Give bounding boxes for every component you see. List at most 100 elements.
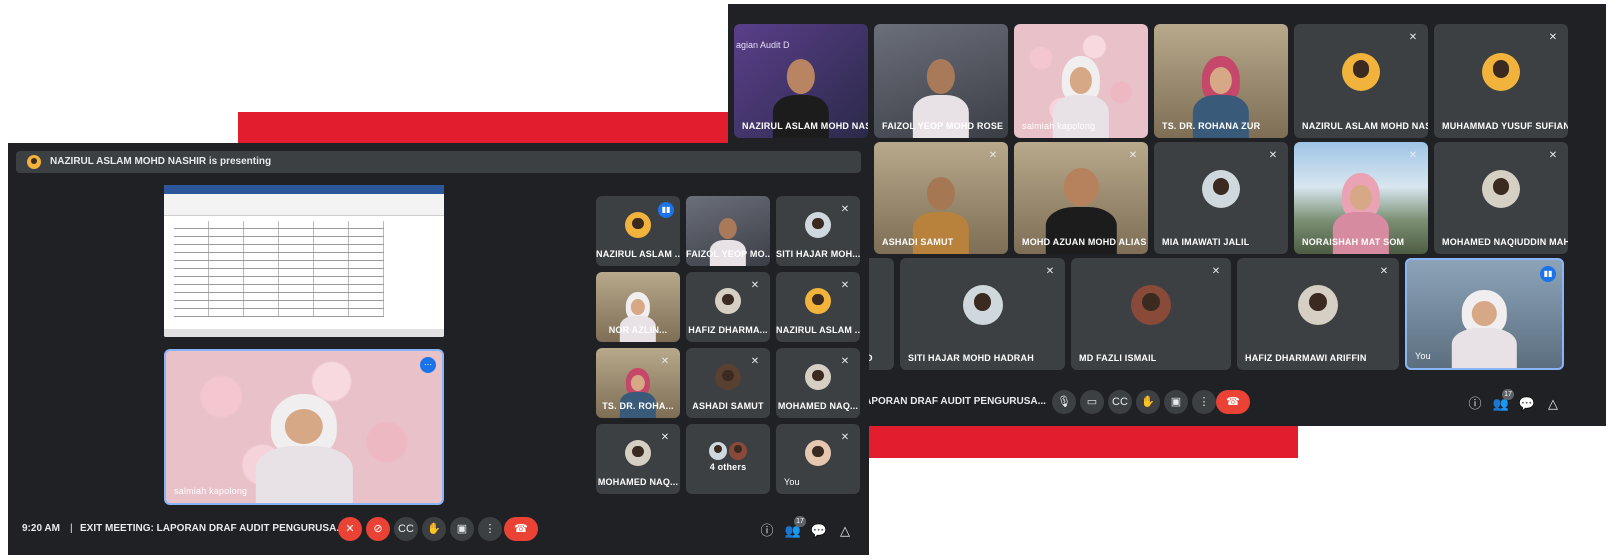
raise-hand-button[interactable]: ✋ — [422, 517, 446, 541]
document-table — [174, 221, 384, 323]
camera-button[interactable]: ▭ — [1080, 390, 1104, 414]
raise-hand-icon: ✋ — [427, 523, 441, 535]
participant-tile[interactable]: ✕ ASHADI SAMUT — [686, 348, 770, 418]
mic-off-icon: ✕ — [345, 523, 355, 535]
info-icon[interactable]: ⓘ — [1466, 396, 1484, 412]
avatar — [1298, 285, 1338, 326]
people-count-badge: 17 — [1502, 389, 1514, 400]
speaking-indicator-icon: ▮▮ — [1540, 266, 1556, 282]
mic-off-icon: ✕ — [1211, 266, 1221, 277]
participant-name: MOHAMED NAQIUDDIN MAHM... — [1442, 237, 1568, 247]
mic-off-icon: ✕ — [660, 432, 670, 443]
front-meet-window: NAZIRUL ASLAM MOHD NASHIR is presenting — [8, 143, 869, 555]
camera-button[interactable]: ⊘ — [366, 517, 390, 541]
participant-tile[interactable]: ✕ SITI HAJAR MOH... — [776, 196, 860, 266]
mic-button[interactable]: ✕ — [338, 517, 362, 541]
meeting-time: 9:20 AM — [22, 523, 60, 534]
present-button[interactable]: ▣ — [1164, 390, 1188, 414]
participant-video — [249, 393, 359, 503]
avatar — [805, 440, 831, 467]
participant-tile[interactable]: salmiah kapolong — [1014, 24, 1148, 138]
meeting-title: LAPORAN DRAF AUDIT PENGURUSA... — [858, 396, 1046, 407]
avatar — [962, 285, 1003, 326]
others-count: 4 others — [709, 462, 747, 472]
speaking-indicator-icon: ▮▮ — [658, 202, 674, 218]
participant-name: MD FAZLI ISMAIL — [1079, 353, 1157, 363]
participant-tile[interactable]: FAIZOL YEOP MOHD ROSE — [874, 24, 1008, 138]
present-button[interactable]: ▣ — [450, 517, 474, 541]
mic-button[interactable]: 🎙 — [1052, 390, 1076, 414]
participant-tile[interactable]: ✕ NAZIRUL ASLAM MOHD NASHIR — [1294, 24, 1428, 138]
participant-tile[interactable]: ✕ NAZIRUL ASLAM ... — [776, 272, 860, 342]
activities-icon[interactable]: △ — [1544, 396, 1562, 412]
participant-name: HAFIZ DHARMAWI ARIFFIN — [1245, 353, 1367, 363]
presenting-banner: NAZIRUL ASLAM MOHD NASHIR is presenting — [16, 151, 861, 173]
participant-tile[interactable]: ✕ MIA IMAWATI JALIL — [1154, 142, 1288, 254]
mic-off-icon: ✕ — [660, 356, 670, 367]
participant-tile[interactable]: ✕ MD FAZLI ISMAIL — [1071, 258, 1231, 370]
info-icon[interactable]: ⓘ — [758, 523, 776, 539]
captions-button[interactable]: CC — [394, 517, 418, 541]
participant-tile[interactable]: ✕ SITI HAJAR MOHD HADRAH — [900, 258, 1065, 370]
participant-name: MOHAMED NAQ... — [777, 401, 859, 411]
participant-tile[interactable]: ✕ MOHAMED NAQ... — [776, 348, 860, 418]
mic-off-icon: ✕ — [840, 432, 850, 443]
participant-tile[interactable]: ✕ HAFIZ DHARMAWI ARIFFIN — [1237, 258, 1399, 370]
activities-icon[interactable]: △ — [836, 523, 854, 539]
more-options-button[interactable]: ⋮ — [478, 517, 502, 541]
hang-up-button[interactable]: ☎ — [504, 517, 538, 541]
participant-tile[interactable]: ✕ MOHAMED NAQ... — [596, 424, 680, 494]
avatar — [625, 440, 651, 467]
participant-name: FAIZOL YEOP MOHD ROSE — [882, 121, 1004, 131]
meeting-title: EXIT MEETING: LAPORAN DRAF AUDIT PENGURU… — [80, 523, 345, 534]
participant-name: ASHADI SAMUT — [692, 401, 764, 411]
participant-name: You — [784, 477, 800, 487]
self-view-tile[interactable]: ✕ You — [776, 424, 860, 494]
featured-participant-tile[interactable]: ⋯ salmiah kapolong — [164, 349, 444, 505]
participant-tile[interactable]: agian Audit D NAZIRUL ASLAM MOHD NASHIR — [734, 24, 868, 138]
more-options-icon: ⋮ — [1198, 396, 1210, 408]
participant-name: TS. DR. ROHANA ZUR — [1162, 121, 1261, 131]
participant-tile[interactable]: ✕ NORAISHAH MAT SOM — [1294, 142, 1428, 254]
avatar — [1482, 52, 1520, 91]
participant-name: HAFIZ DHARMA... — [688, 325, 768, 335]
participant-tile[interactable]: ▮▮ NAZIRUL ASLAM ... — [596, 196, 680, 266]
camera-off-icon: ⊘ — [373, 523, 383, 535]
presenter-avatar — [27, 155, 41, 169]
participant-tile[interactable]: TS. DR. ROHANA ZUR — [1154, 24, 1288, 138]
people-icon[interactable]: 👥 17 — [1492, 389, 1514, 412]
mic-off-icon: ✕ — [1408, 150, 1418, 161]
people-icon[interactable]: 👥 17 — [784, 516, 806, 539]
hang-up-button[interactable]: ☎ — [1216, 390, 1250, 414]
raise-hand-button[interactable]: ✋ — [1136, 390, 1160, 414]
mic-off-icon: ✕ — [1045, 266, 1055, 277]
participant-tile[interactable]: ✕ MOHD AZUAN MOHD ALIAS — [1014, 142, 1148, 254]
captions-button[interactable]: CC — [1108, 390, 1132, 414]
avatar — [1202, 170, 1240, 209]
avatar — [1342, 52, 1380, 91]
mic-off-icon: ✕ — [1128, 150, 1138, 161]
avatar — [715, 288, 741, 315]
participant-tile[interactable]: ✕ MUHAMMAD YUSUF SUFIAN — [1434, 24, 1568, 138]
participant-tile[interactable]: NOR AZLIN... — [596, 272, 680, 342]
participant-name: NAZIRUL ASLAM ... — [776, 325, 860, 335]
participant-name: NORAISHAH MAT SOM — [1302, 237, 1405, 247]
participant-tile[interactable]: FAIZOL YEOP MO... — [686, 196, 770, 266]
present-icon: ▣ — [456, 523, 468, 535]
more-options-button[interactable]: ⋮ — [1192, 390, 1216, 414]
avatar — [805, 212, 831, 239]
participant-name: NAZIRUL ASLAM ... — [596, 249, 680, 259]
chat-icon[interactable]: 💬 — [810, 523, 828, 539]
self-view-tile[interactable]: ▮▮ You — [1405, 258, 1564, 370]
participant-tile[interactable]: ✕ HAFIZ DHARMA... — [686, 272, 770, 342]
avatar — [625, 212, 651, 239]
participant-tile[interactable]: ✕ MOHAMED NAQIUDDIN MAHM... — [1434, 142, 1568, 254]
chat-icon[interactable]: 💬 — [1518, 396, 1536, 412]
mic-off-icon: ✕ — [840, 204, 850, 215]
more-options-icon[interactable]: ⋯ — [420, 357, 436, 373]
document-ribbon — [164, 194, 444, 216]
participant-name: SITI HAJAR MOHD HADRAH — [908, 353, 1034, 363]
participant-tile[interactable]: ✕ ASHADI SAMUT — [874, 142, 1008, 254]
participant-tile[interactable]: ✕ TS. DR. ROHA... — [596, 348, 680, 418]
others-tile[interactable]: 4 others — [686, 424, 770, 494]
